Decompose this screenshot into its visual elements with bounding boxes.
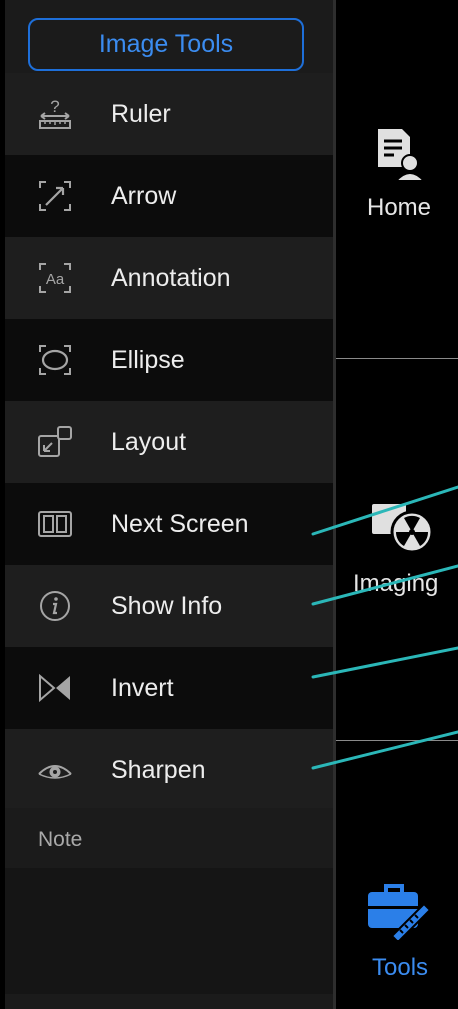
tool-label: Arrow bbox=[111, 181, 177, 210]
eye-icon bbox=[38, 765, 72, 779]
tool-arrow[interactable]: Arrow bbox=[5, 155, 333, 237]
invert-icon bbox=[39, 673, 70, 703]
tool-ruler[interactable]: ? Ruler bbox=[5, 73, 333, 155]
note-text-area[interactable] bbox=[5, 868, 333, 994]
note-label: Note bbox=[38, 828, 83, 851]
next-screen-icon bbox=[38, 511, 72, 537]
nav-home-label: Home bbox=[367, 194, 432, 221]
tool-ellipse[interactable]: Ellipse bbox=[5, 319, 333, 401]
panel-footer bbox=[5, 994, 333, 1009]
home-document-icon bbox=[378, 129, 427, 182]
tool-label: Ellipse bbox=[111, 345, 185, 374]
annotation-icon: Aa bbox=[39, 263, 71, 293]
tool-invert[interactable]: Invert bbox=[5, 647, 333, 729]
nav-separator bbox=[336, 358, 458, 359]
layout-icon bbox=[38, 426, 72, 457]
tool-label: Annotation bbox=[111, 263, 231, 292]
tool-layout[interactable]: Layout bbox=[5, 401, 333, 483]
tool-label: Sharpen bbox=[111, 755, 206, 784]
nav-tools[interactable]: Tools bbox=[336, 870, 458, 1000]
svg-text:Aa: Aa bbox=[46, 271, 65, 288]
nav-imaging-label: Imaging bbox=[353, 570, 439, 597]
tool-label: Invert bbox=[111, 673, 174, 702]
tool-next-screen[interactable]: Next Screen bbox=[5, 483, 333, 565]
nav-imaging[interactable]: Imaging bbox=[336, 480, 458, 620]
tool-label: Ruler bbox=[111, 99, 171, 128]
tool-label: Next Screen bbox=[111, 509, 249, 538]
note-section-header: Note bbox=[5, 808, 333, 868]
tool-show-info[interactable]: Show Info bbox=[5, 565, 333, 647]
tool-label: Layout bbox=[111, 427, 187, 456]
tool-sharpen[interactable]: Sharpen bbox=[5, 729, 333, 811]
tool-label: Show Info bbox=[111, 591, 223, 620]
tool-annotation[interactable]: Aa Annotation bbox=[5, 237, 333, 319]
nav-separator bbox=[336, 740, 458, 741]
ellipse-icon bbox=[39, 345, 71, 375]
arrow-icon bbox=[39, 181, 71, 211]
imaging-radiation-icon bbox=[372, 504, 434, 554]
nav-tools-label: Tools bbox=[372, 954, 429, 981]
svg-text:?: ? bbox=[50, 97, 59, 116]
image-tools-button[interactable]: Image Tools bbox=[28, 18, 304, 71]
nav-home[interactable]: Home bbox=[336, 100, 458, 250]
tools-briefcase-icon bbox=[368, 884, 430, 940]
info-icon bbox=[40, 591, 70, 621]
ruler-icon: ? bbox=[39, 97, 71, 129]
